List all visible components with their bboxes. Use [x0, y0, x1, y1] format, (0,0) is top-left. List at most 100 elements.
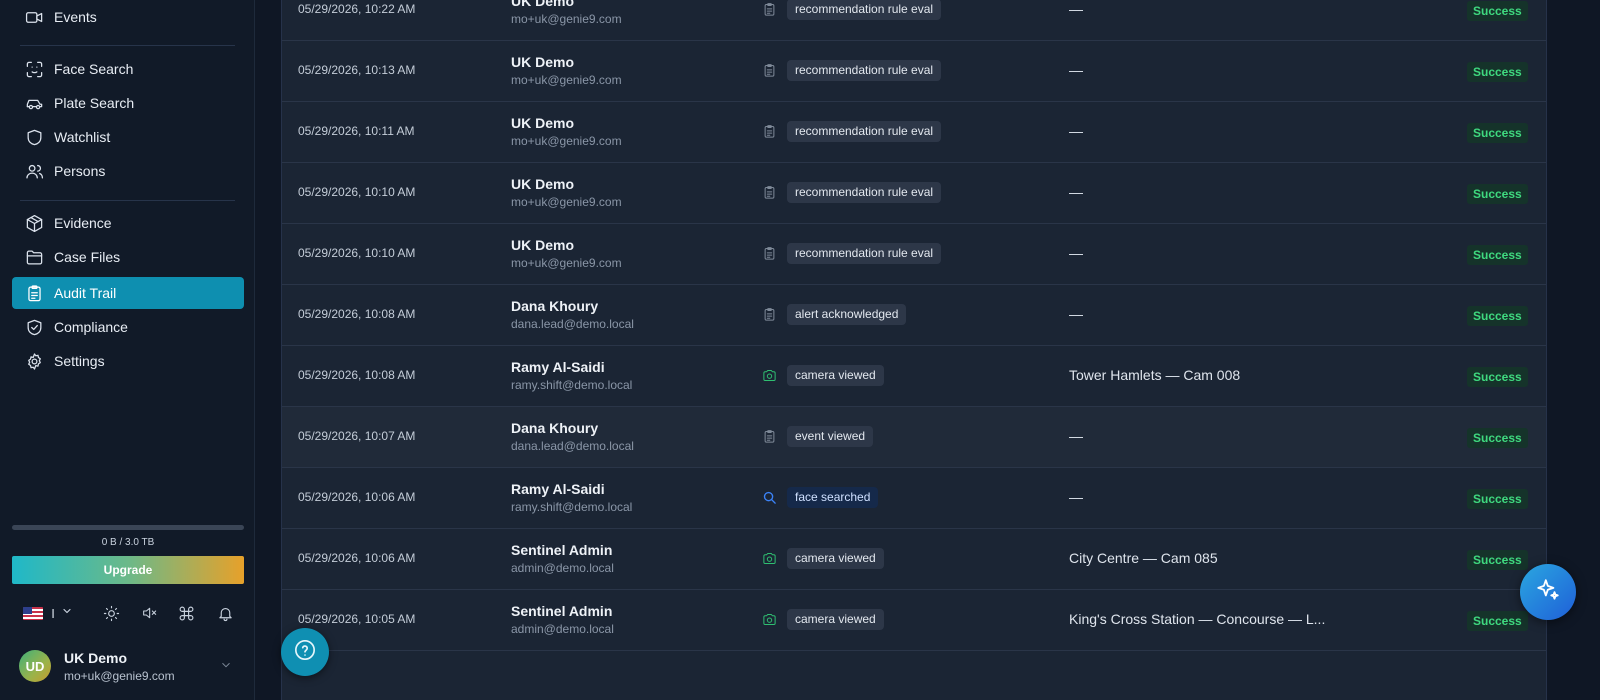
user-email: mo+uk@genie9.com — [64, 669, 175, 683]
sidebar-item-label: Events — [54, 9, 97, 25]
status-badge: Success — [1467, 245, 1528, 265]
user-name: UK Demo — [64, 650, 128, 666]
gear-icon — [24, 351, 44, 371]
car-icon — [24, 93, 44, 113]
table-row[interactable]: 05/29/2026, 10:11 AM UK Demo mo+uk@genie9.… — [282, 102, 1546, 163]
row-timestamp: 05/29/2026, 10:06 AM — [298, 551, 416, 565]
row-user-name: UK Demo — [511, 0, 575, 9]
row-user-email: dana.lead@demo.local — [511, 439, 634, 453]
status-badge: Success — [1467, 611, 1528, 631]
row-resource: Tower Hamlets — Cam 008 — [1069, 367, 1241, 383]
status-badge: Success — [1467, 184, 1528, 204]
table-row[interactable]: 05/29/2026, 10:22 AM UK Demo mo+uk@genie9.… — [282, 0, 1546, 41]
row-action-badge: face searched — [787, 487, 879, 508]
row-action-badge: camera viewed — [787, 609, 884, 630]
shield-check-icon — [24, 317, 44, 337]
sidebar-item-settings[interactable]: Settings — [12, 345, 244, 377]
row-timestamp: 05/29/2026, 10:22 AM — [298, 2, 416, 16]
sparkle-icon — [1535, 577, 1561, 608]
status-badge: Success — [1467, 489, 1528, 509]
row-resource: King's Cross Station — Concourse — L... — [1069, 611, 1326, 627]
help-button[interactable] — [281, 628, 329, 676]
status-badge: Success — [1467, 123, 1528, 143]
row-user-name: Ramy Al-Saidi — [511, 359, 605, 375]
cube-icon — [24, 213, 44, 233]
table-row[interactable]: 05/29/2026, 10:06 AM Ramy Al-Saidi ramy.sh… — [282, 468, 1546, 529]
table-row[interactable]: 05/29/2026, 10:13 AM UK Demo mo+uk@genie9.… — [282, 41, 1546, 102]
row-timestamp: 05/29/2026, 10:10 AM — [298, 185, 416, 199]
theme-toggle-sun-icon[interactable] — [100, 602, 122, 624]
table-row[interactable]: 05/29/2026, 10:05 AM Sentinel Admin admin@… — [282, 590, 1546, 651]
sidebar-item-events[interactable]: Events — [12, 1, 244, 33]
clipboard-icon — [761, 245, 777, 261]
language-separator: I — [51, 605, 55, 621]
table-row[interactable]: 05/29/2026, 10:10 AM UK Demo mo+uk@genie9.… — [282, 163, 1546, 224]
sidebar-item-evidence[interactable]: Evidence — [12, 207, 244, 239]
row-user-email: mo+uk@genie9.com — [511, 195, 622, 209]
table-row[interactable]: 05/29/2026, 10:08 AM Dana Khoury dana.lead… — [282, 285, 1546, 346]
row-resource: — — [1069, 62, 1083, 78]
row-user-name: Sentinel Admin — [511, 603, 613, 619]
row-user-name: UK Demo — [511, 237, 575, 253]
clipboard-icon — [761, 184, 777, 200]
camera-icon — [761, 367, 777, 383]
table-row[interactable]: 05/29/2026, 10:06 AM Sentinel Admin admin@… — [282, 529, 1546, 590]
row-user-email: admin@demo.local — [511, 622, 614, 636]
row-user-name: UK Demo — [511, 115, 575, 131]
row-timestamp: 05/29/2026, 10:08 AM — [298, 368, 416, 382]
row-user-name: Ramy Al-Saidi — [511, 481, 605, 497]
table-row[interactable]: 05/29/2026, 10:10 AM UK Demo mo+uk@genie9.… — [282, 224, 1546, 285]
sidebar-item-face-search[interactable]: Face Search — [12, 53, 244, 85]
row-user-name: Sentinel Admin — [511, 542, 613, 558]
upgrade-button[interactable]: Upgrade — [12, 556, 244, 584]
user-menu[interactable]: UD UK Demo mo+uk@genie9.com — [19, 650, 245, 684]
row-action-badge: recommendation rule eval — [787, 121, 942, 142]
table-row[interactable]: 05/29/2026, 10:08 AM Ramy Al-Saidi ramy.sh… — [282, 346, 1546, 407]
row-timestamp: 05/29/2026, 10:10 AM — [298, 246, 416, 260]
camera-icon — [761, 611, 777, 627]
row-user-email: dana.lead@demo.local — [511, 317, 634, 331]
sidebar-item-label: Face Search — [54, 61, 134, 77]
row-user-email: mo+uk@genie9.com — [511, 256, 622, 270]
row-action-badge: alert acknowledged — [787, 304, 907, 325]
clipboard-icon — [761, 1, 777, 17]
sidebar-item-plate-search[interactable]: Plate Search — [12, 87, 244, 119]
users-icon — [24, 161, 44, 181]
row-resource: — — [1069, 245, 1083, 261]
sidebar-item-case-files[interactable]: Case Files — [12, 241, 244, 273]
ai-assistant-button[interactable] — [1520, 564, 1576, 620]
video-camera-icon — [24, 7, 44, 27]
sidebar-item-label: Persons — [54, 163, 106, 179]
sidebar-item-watchlist[interactable]: Watchlist — [12, 121, 244, 153]
storage-progress-bar — [12, 525, 244, 530]
sidebar-item-persons[interactable]: Persons — [12, 155, 244, 187]
sidebar-item-audit-trail[interactable]: Audit Trail — [12, 277, 244, 309]
row-resource: — — [1069, 1, 1083, 17]
row-resource: City Centre — Cam 085 — [1069, 550, 1218, 566]
help-icon — [294, 639, 316, 666]
sidebar-item-label: Plate Search — [54, 95, 135, 111]
mute-icon[interactable] — [138, 602, 160, 624]
command-icon[interactable] — [175, 602, 197, 624]
chevron-down-icon — [219, 658, 233, 677]
row-resource: — — [1069, 489, 1083, 505]
row-timestamp: 05/29/2026, 10:08 AM — [298, 307, 416, 321]
row-action-badge: recommendation rule eval — [787, 60, 942, 81]
bell-icon[interactable] — [214, 602, 236, 624]
row-user-name: UK Demo — [511, 176, 575, 192]
sidebar-item-label: Audit Trail — [54, 285, 117, 301]
clipboard-icon — [761, 123, 777, 139]
row-timestamp: 05/29/2026, 10:11 AM — [298, 124, 415, 138]
shield-icon — [24, 127, 44, 147]
face-scan-icon — [24, 59, 44, 79]
chevron-down-icon — [61, 604, 73, 622]
row-resource: — — [1069, 184, 1083, 200]
sidebar-item-label: Watchlist — [54, 129, 111, 145]
language-selector[interactable]: I — [19, 602, 77, 624]
table-row[interactable]: 05/29/2026, 10:07 AM Dana Khoury dana.lead… — [282, 407, 1546, 468]
sidebar-item-compliance[interactable]: Compliance — [12, 311, 244, 343]
row-action-badge: recommendation rule eval — [787, 182, 942, 203]
us-flag-icon — [23, 606, 44, 620]
row-timestamp: 05/29/2026, 10:06 AM — [298, 490, 416, 504]
row-user-email: mo+uk@genie9.com — [511, 12, 622, 26]
